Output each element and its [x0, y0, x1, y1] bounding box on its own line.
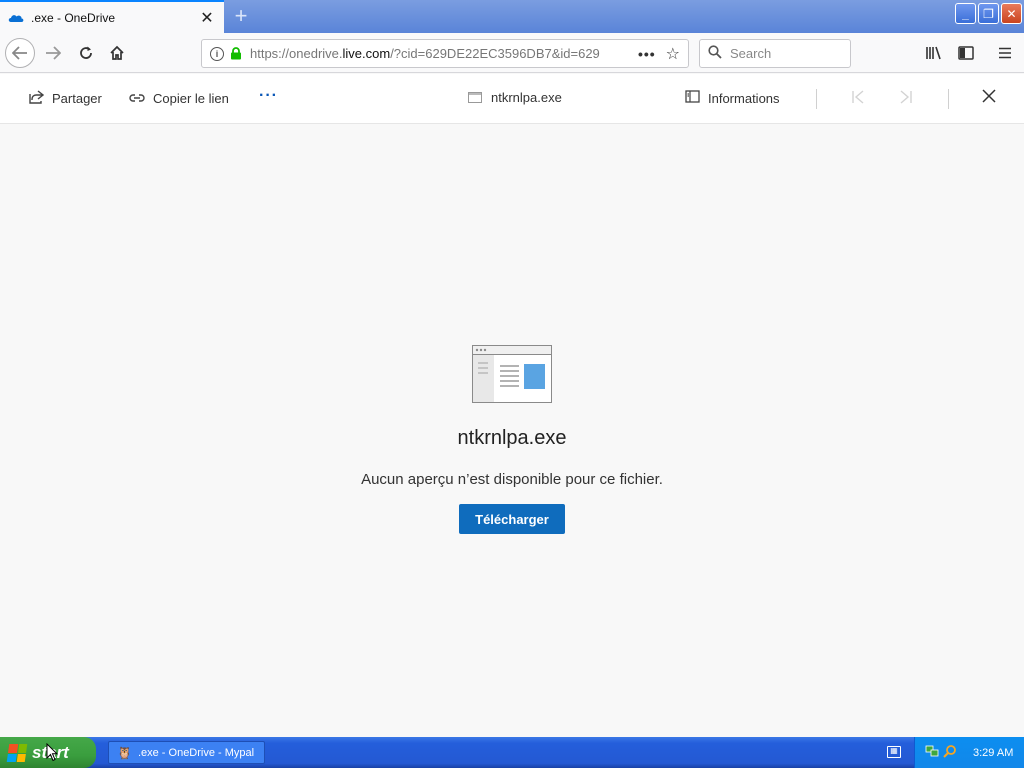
- library-icon[interactable]: [920, 39, 948, 67]
- taskbar-item-label: .exe - OneDrive - Mypal: [137, 746, 255, 759]
- menu-icon[interactable]: [991, 39, 1019, 67]
- link-icon: [129, 90, 145, 106]
- more-actions-button[interactable]: ···: [259, 87, 278, 105]
- windows-taskbar: start 🦉 .exe - OneDrive - Mypal ▦ 3:29 A…: [0, 737, 1024, 768]
- back-arrow-icon[interactable]: [5, 38, 35, 68]
- share-label: Partager: [52, 91, 102, 106]
- bookmark-star-icon[interactable]: ☆: [666, 44, 680, 64]
- search-placeholder: Search: [730, 46, 772, 61]
- copy-link-button[interactable]: Copier le lien: [129, 90, 229, 106]
- next-icon[interactable]: [899, 90, 913, 107]
- search-icon: [708, 45, 722, 62]
- previous-icon[interactable]: [851, 90, 865, 107]
- new-tab-button[interactable]: +: [228, 4, 254, 30]
- page-actions-icon[interactable]: •••: [638, 46, 656, 62]
- tab-onedrive[interactable]: .exe - OneDrive ✕: [0, 0, 224, 33]
- preview-area: ntkrnlpa.exe Aucun aperçu n’est disponib…: [0, 125, 1024, 737]
- search-tray-icon[interactable]: [943, 744, 957, 761]
- browser-tab-strip: .exe - OneDrive ✕ + _ ❐ ✕: [0, 0, 1024, 33]
- info-icon[interactable]: i: [210, 46, 224, 61]
- windows-flag-icon: [6, 743, 28, 762]
- sidebar-icon[interactable]: [952, 39, 980, 67]
- forward-arrow-icon[interactable]: [39, 39, 67, 67]
- url-bar[interactable]: i https://onedrive.live.com/?cid=629DE22…: [201, 39, 689, 68]
- tab-close-button[interactable]: ✕: [198, 9, 216, 27]
- system-tray: 3:29 AM: [914, 737, 1024, 768]
- keyboard-icon[interactable]: ▦: [887, 746, 901, 758]
- share-button[interactable]: Partager: [29, 90, 102, 107]
- file-icon: [468, 92, 482, 103]
- file-title: ntkrnlpa.exe: [457, 427, 567, 449]
- minimize-button[interactable]: _: [955, 3, 976, 24]
- browser-app-icon: 🦉: [117, 745, 132, 760]
- onedrive-command-bar: Partager Copier le lien ··· ntkrnlpa.exe…: [0, 74, 1024, 124]
- file-name-label: ntkrnlpa.exe: [491, 90, 562, 105]
- restore-button[interactable]: ❐: [978, 3, 999, 24]
- window-controls: _ ❐ ✕: [955, 3, 1022, 24]
- url-text: https://onedrive.live.com/?cid=629DE22EC…: [250, 46, 600, 61]
- copy-link-label: Copier le lien: [153, 90, 229, 106]
- search-field[interactable]: Search: [699, 39, 851, 68]
- no-preview-message: Aucun aperçu n’est disponible pour ce fi…: [361, 471, 663, 488]
- close-icon[interactable]: [982, 86, 996, 109]
- divider: [816, 89, 817, 109]
- file-name-header: ntkrnlpa.exe: [468, 90, 562, 105]
- window-close-button[interactable]: ✕: [1001, 3, 1022, 24]
- reload-icon[interactable]: [72, 39, 100, 67]
- taskbar-item-browser[interactable]: 🦉 .exe - OneDrive - Mypal: [108, 741, 265, 764]
- tab-title: .exe - OneDrive: [31, 10, 116, 25]
- onedrive-cloud-icon: [8, 13, 24, 23]
- download-button[interactable]: Télécharger: [459, 504, 565, 534]
- informations-button[interactable]: Informations: [685, 90, 780, 106]
- divider: [948, 89, 949, 109]
- clock: 3:29 AM: [973, 746, 1014, 759]
- share-icon: [29, 90, 45, 107]
- home-icon[interactable]: [103, 39, 131, 67]
- info-panel-icon: [685, 90, 700, 106]
- no-preview-illustration: [472, 345, 552, 403]
- lock-icon[interactable]: [230, 47, 242, 60]
- network-icon[interactable]: [925, 744, 939, 761]
- informations-label: Informations: [708, 90, 780, 106]
- navigation-toolbar: i https://onedrive.live.com/?cid=629DE22…: [0, 33, 1024, 73]
